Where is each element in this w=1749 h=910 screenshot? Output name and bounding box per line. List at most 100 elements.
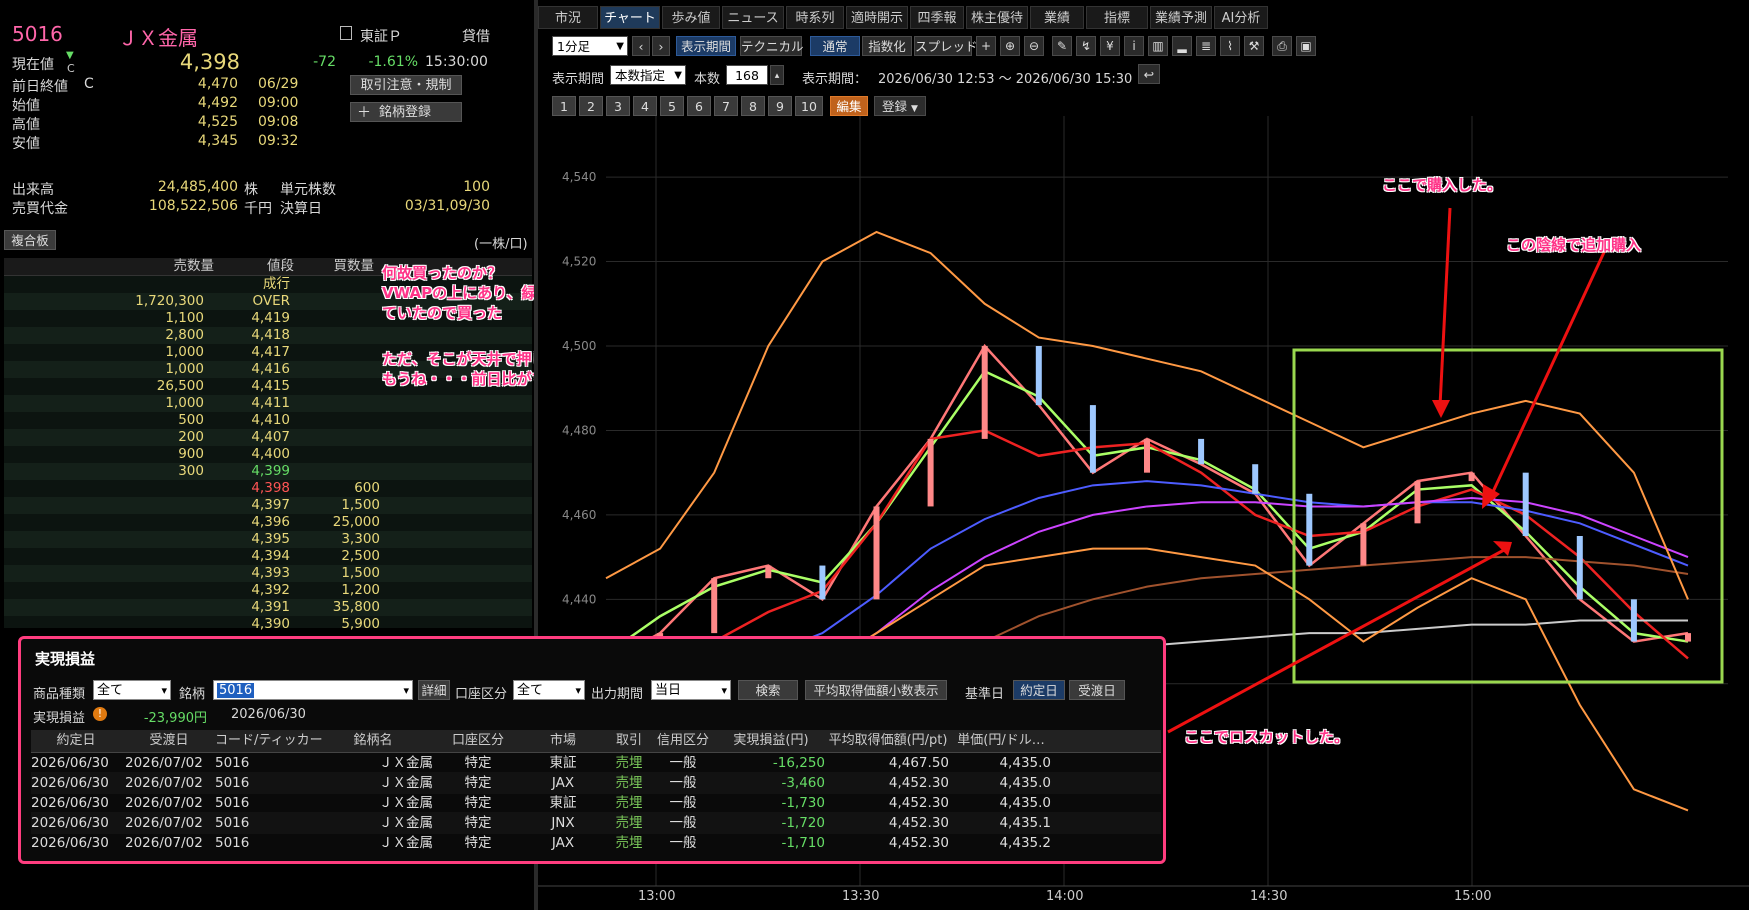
candle xyxy=(1252,464,1259,494)
yen-icon[interactable]: ¥ xyxy=(1100,36,1120,56)
trend-icon[interactable]: ↯ xyxy=(1076,36,1096,56)
pl-cell: 5016 xyxy=(215,835,250,851)
stock-name: ＪＸ金属 xyxy=(118,26,198,50)
pl-header-8: 実現損益(円) xyxy=(733,733,809,748)
count-input[interactable]: 168 xyxy=(726,65,768,85)
candle xyxy=(927,438,934,507)
symbol-select[interactable]: 5016 xyxy=(213,680,413,701)
count-stepper[interactable]: ▴ xyxy=(770,65,784,85)
ohlc-label: 前日終値 xyxy=(12,79,68,95)
board-price: 4,411 xyxy=(251,395,290,411)
preset-button-3[interactable]: 3 xyxy=(606,96,630,116)
account-select[interactable]: 全て xyxy=(513,680,585,701)
tab-1[interactable]: チャート xyxy=(600,6,660,29)
board-row: 4,395 3,300 xyxy=(4,531,532,548)
board-sell-qty: 1,000 xyxy=(165,395,204,411)
interval-value: 1分足 xyxy=(557,39,590,54)
tab-5[interactable]: 適時開示 xyxy=(846,6,908,29)
tab-3[interactable]: ニュース xyxy=(722,6,784,29)
y-tick-label: 4,440 xyxy=(562,592,596,606)
register-symbol-button[interactable]: ＋ 銘柄登録 xyxy=(350,102,462,122)
preset-button-8[interactable]: 8 xyxy=(741,96,765,116)
decimal-button[interactable]: 平均取得価額小数表示 xyxy=(805,680,947,700)
pl-cell: 2026/07/02 xyxy=(125,775,203,791)
output-period-select[interactable]: 当日 xyxy=(651,680,731,701)
period-mode-select[interactable]: 本数指定 ▼ xyxy=(610,65,686,85)
preset-button-4[interactable]: 4 xyxy=(633,96,657,116)
candles-icon[interactable]: ▥ xyxy=(1148,36,1168,56)
tab-10[interactable]: 業績予測 xyxy=(1150,6,1212,29)
tab-2[interactable]: 歩み値 xyxy=(662,6,720,29)
candle xyxy=(711,578,718,634)
candle xyxy=(1198,438,1205,465)
tab-11[interactable]: AI分析 xyxy=(1214,6,1268,29)
interval-select[interactable]: 1分足 ▼ xyxy=(552,36,628,56)
board-buy-qty: 1,500 xyxy=(341,565,380,581)
pl-cell: -1,710 xyxy=(781,835,825,851)
return-icon[interactable]: ↩ xyxy=(1138,64,1160,84)
compare-icon[interactable]: ≣ xyxy=(1196,36,1216,56)
board-row: 4,390 5,900 xyxy=(4,616,532,633)
board-price: 4,391 xyxy=(251,599,290,615)
tab-9[interactable]: 指標 xyxy=(1086,6,1148,29)
crosshair-icon[interactable]: + xyxy=(976,36,996,56)
prev-arrow-button[interactable]: ‹ xyxy=(632,36,650,56)
basis-settle-button[interactable]: 受渡日 xyxy=(1069,680,1125,700)
index-button[interactable]: 指数化 xyxy=(862,36,912,56)
technical-button[interactable]: テクニカル xyxy=(740,36,804,56)
search-button[interactable]: 検索 xyxy=(738,680,798,700)
board-price: 4,395 xyxy=(251,531,290,547)
zoom-out-icon[interactable]: ⊖ xyxy=(1024,36,1044,56)
preset-button-7[interactable]: 7 xyxy=(714,96,738,116)
detail-button[interactable]: 詳細 xyxy=(418,680,450,700)
zoom-in-icon[interactable]: ⊕ xyxy=(1000,36,1020,56)
basis-contract-button[interactable]: 約定日 xyxy=(1013,680,1065,700)
preset-button-1[interactable]: 1 xyxy=(552,96,576,116)
output-period-label: 出力期間 xyxy=(591,687,644,702)
pl-cell: 特定 xyxy=(464,795,492,811)
tab-6[interactable]: 四季報 xyxy=(910,6,964,29)
pl-cell: 2026/06/30 xyxy=(31,775,109,791)
series-line-7 xyxy=(605,230,1689,600)
normal-button[interactable]: 通常 xyxy=(810,36,860,56)
preset-button-6[interactable]: 6 xyxy=(687,96,711,116)
spread-button[interactable]: スプレッド xyxy=(914,36,978,56)
candle xyxy=(1360,523,1367,566)
type-select[interactable]: 全て xyxy=(93,680,171,701)
pattern-icon[interactable]: ⌇ xyxy=(1220,36,1240,56)
info-icon[interactable]: i xyxy=(1124,36,1144,56)
tab-8[interactable]: 業績 xyxy=(1030,6,1084,29)
preset-button-5[interactable]: 5 xyxy=(660,96,684,116)
pencil-icon[interactable]: ✎ xyxy=(1052,36,1072,56)
candle xyxy=(1035,346,1042,406)
preset-button-2[interactable]: 2 xyxy=(579,96,603,116)
next-arrow-button[interactable]: › xyxy=(652,36,670,56)
note-add-buy: この陰線で追加購入 xyxy=(1506,236,1642,254)
caution-button[interactable]: 取引注意・規制 xyxy=(350,75,462,95)
board-price: 4,416 xyxy=(251,361,290,377)
pl-cell: 特定 xyxy=(464,755,492,771)
ohlc-time: 09:32 xyxy=(258,133,299,149)
board-sell-qty: 300 xyxy=(178,463,204,479)
combined-board-button[interactable]: 複合板 xyxy=(4,230,56,250)
tab-0[interactable]: 市況 xyxy=(538,6,598,29)
tab-4[interactable]: 時系列 xyxy=(786,6,844,29)
volume-chart-icon[interactable]: ▂ xyxy=(1172,36,1192,56)
wrench-icon[interactable]: ⚒ xyxy=(1244,36,1264,56)
tab-7[interactable]: 株主優待 xyxy=(966,6,1028,29)
preset-button-9[interactable]: 9 xyxy=(768,96,792,116)
pl-cell: 4,452.30 xyxy=(888,815,949,831)
board-buy-qty: 1,200 xyxy=(341,582,380,598)
print-icon[interactable]: ⎙ xyxy=(1272,36,1292,56)
preset-button-10[interactable]: 10 xyxy=(795,96,823,116)
window-icon[interactable]: ▣ xyxy=(1296,36,1316,56)
document-icon[interactable] xyxy=(340,26,352,40)
period-button[interactable]: 表示期間 xyxy=(676,36,736,56)
close-mark: C xyxy=(67,62,75,75)
pl-cell: 2026/06/30 xyxy=(31,755,109,771)
pl-cell: -1,720 xyxy=(781,815,825,831)
register-dropdown[interactable]: 登録 ▼ xyxy=(874,96,926,116)
pl-cell: -16,250 xyxy=(772,755,825,771)
edit-button[interactable]: 編集 xyxy=(830,96,868,116)
pl-cell: 特定 xyxy=(464,835,492,851)
